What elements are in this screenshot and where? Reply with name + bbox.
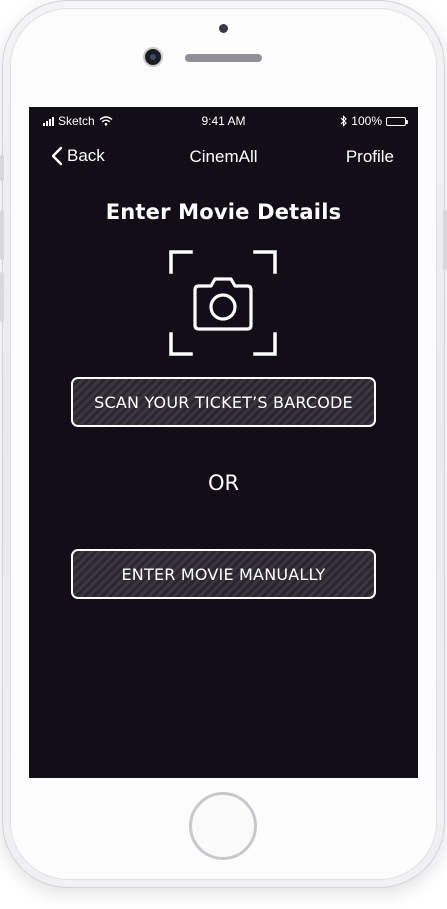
or-separator: OR xyxy=(207,471,240,495)
volume-down-button xyxy=(0,272,4,322)
battery-percent: 100% xyxy=(351,114,382,128)
status-bar: Sketch 9:41 AM 100% xyxy=(29,107,418,137)
status-right: 100% xyxy=(340,114,408,128)
home-button[interactable] xyxy=(189,792,257,860)
earpiece-speaker xyxy=(185,54,262,62)
camera-scan-icon[interactable] xyxy=(169,250,277,356)
navigation-bar: Back CinemAll Profile xyxy=(29,137,418,177)
scan-barcode-button[interactable]: SCAN YOUR TICKET’S BARCODE xyxy=(71,377,376,427)
mute-switch xyxy=(0,155,4,181)
page-title: Enter Movie Details xyxy=(105,200,342,224)
profile-button[interactable]: Profile xyxy=(346,147,394,167)
app-screen: Sketch 9:41 AM 100% Back CinemAll Profil… xyxy=(29,107,418,778)
proximity-sensor xyxy=(219,24,228,33)
enter-manually-button[interactable]: ENTER MOVIE MANUALLY xyxy=(71,549,376,599)
front-camera xyxy=(145,49,161,65)
battery-icon xyxy=(386,116,408,126)
power-button xyxy=(443,210,447,270)
volume-up-button xyxy=(0,210,4,260)
device-mockup: Sketch 9:41 AM 100% Back CinemAll Profil… xyxy=(0,0,447,909)
bluetooth-icon xyxy=(340,115,348,127)
